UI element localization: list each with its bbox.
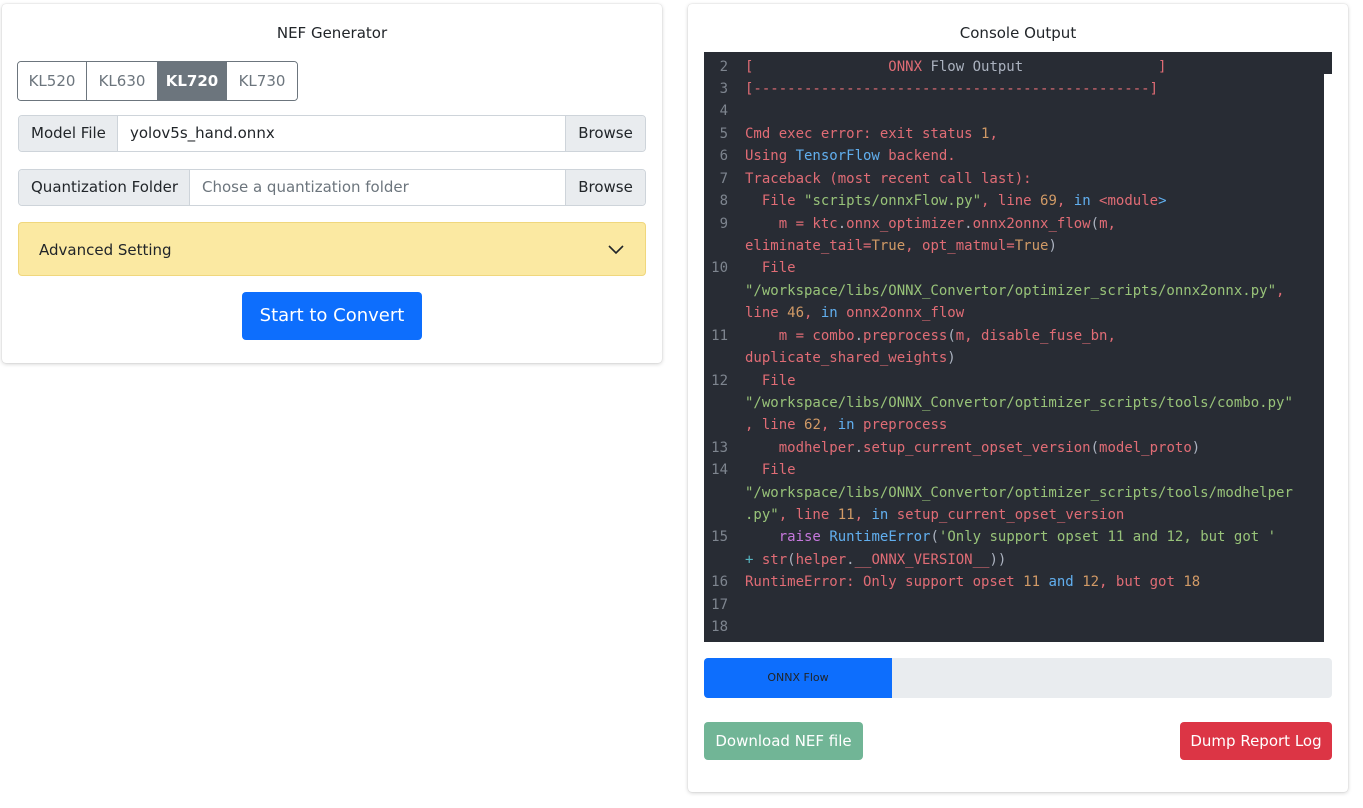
- console-line-wrap: , line 62, in preprocess: [704, 414, 1324, 436]
- onnx-flow-progress: ONNX Flow: [704, 658, 1332, 698]
- console-line: 12 File: [704, 370, 1324, 392]
- console-line: 16 RuntimeError: Only support opset 11 a…: [704, 571, 1324, 593]
- console-line: 18: [704, 616, 1324, 638]
- console-line: 9 m = ktc.onnx_optimizer.onnx2onnx_flow(…: [704, 213, 1324, 235]
- console-line-text: modhelper.setup_current_opset_version(mo…: [745, 440, 1201, 456]
- console-line: 15 raise RuntimeError('Only support opse…: [704, 526, 1324, 548]
- line-number: 11: [711, 328, 728, 344]
- console-line-text: File: [745, 373, 796, 389]
- console-line-text: Cmd exec error: exit status 1,: [745, 126, 998, 142]
- line-number: 5: [719, 126, 728, 142]
- console-line-text: line 46, in onnx2onnx_flow: [745, 305, 965, 321]
- console-line-text: File "scripts/onnxFlow.py", line 69, in …: [745, 193, 1167, 209]
- console-line: 5 Cmd exec error: exit status 1,: [704, 123, 1324, 145]
- chip-kl730[interactable]: KL730: [227, 62, 297, 100]
- console-line-text: RuntimeError: Only support opset 11 and …: [745, 574, 1201, 590]
- console-line-text: [---------------------------------------…: [745, 81, 1159, 97]
- console-line: 14 File: [704, 459, 1324, 481]
- chip-kl520[interactable]: KL520: [18, 62, 87, 100]
- console-line-text: File: [745, 260, 796, 276]
- nef-generator-title: NEF Generator: [276, 24, 388, 42]
- line-number: 10: [711, 260, 728, 276]
- console-line-text: .py", line 11, in setup_current_opset_ve…: [745, 507, 1125, 523]
- console-line-text: "/workspace/libs/ONNX_Convertor/optimize…: [745, 283, 1285, 299]
- console-line-wrap: .py", line 11, in setup_current_opset_ve…: [704, 504, 1324, 526]
- console-line-wrap: "/workspace/libs/ONNX_Convertor/optimize…: [704, 482, 1324, 504]
- console-line-wrap: duplicate_shared_weights): [704, 347, 1324, 369]
- download-nef-button[interactable]: Download NEF file: [704, 722, 863, 760]
- console-line: 6 Using TensorFlow backend.: [704, 145, 1324, 167]
- nef-generator-card: NEF Generator KL520 KL630 KL720 KL730 Mo…: [2, 4, 662, 363]
- progress-label: ONNX Flow: [767, 671, 829, 684]
- console-line-text: "/workspace/libs/ONNX_Convertor/optimize…: [745, 485, 1293, 501]
- line-number: 8: [719, 193, 728, 209]
- console-line: 11 m = combo.preprocess(m, disable_fuse_…: [704, 325, 1324, 347]
- quantization-folder-group: Quantization Folder Browse: [18, 169, 646, 206]
- console-line-wrap: eliminate_tail=True, opt_matmul=True): [704, 235, 1324, 257]
- line-number: 15: [711, 529, 728, 545]
- console-line-text: , line 62, in preprocess: [745, 417, 948, 433]
- advanced-setting-label: Advanced Setting: [39, 241, 172, 259]
- line-number: 17: [711, 597, 728, 613]
- console-scrollbar[interactable]: [1324, 74, 1332, 642]
- console-line-text: File: [745, 462, 796, 478]
- line-number: 6: [719, 148, 728, 164]
- dump-report-log-button[interactable]: Dump Report Log: [1180, 722, 1332, 760]
- console-output-title: Console Output: [959, 24, 1077, 42]
- console-line-text: raise RuntimeError('Only support opset 1…: [778, 529, 1277, 545]
- console-line-text: m = combo.preprocess(m, disable_fuse_bn,: [745, 328, 1116, 344]
- console-line-text: duplicate_shared_weights): [745, 350, 956, 366]
- model-file-browse-button[interactable]: Browse: [565, 116, 645, 151]
- device-chip-group: KL520 KL630 KL720 KL730: [17, 61, 298, 101]
- console-line-text: eliminate_tail=True, opt_matmul=True): [745, 238, 1057, 254]
- quantization-folder-browse-button[interactable]: Browse: [565, 170, 645, 205]
- line-number: 3: [719, 81, 728, 97]
- quantization-folder-label: Quantization Folder: [19, 170, 190, 205]
- console-line: 2 [ ONNX Flow Output ]: [704, 56, 1324, 78]
- console-line: 8 File "scripts/onnxFlow.py", line 69, i…: [704, 190, 1324, 212]
- console-line: 13 modhelper.setup_current_opset_version…: [704, 437, 1324, 459]
- console-line-text: Traceback (most recent call last):: [745, 171, 1032, 187]
- console-line-wrap: "/workspace/libs/ONNX_Convertor/optimize…: [704, 280, 1324, 302]
- chevron-down-icon: [608, 245, 624, 255]
- console-line: 3 [-------------------------------------…: [704, 78, 1324, 100]
- line-number: 13: [711, 440, 728, 456]
- console-line-text: Using TensorFlow backend.: [745, 148, 956, 164]
- console-line: 7 Traceback (most recent call last):: [704, 168, 1324, 190]
- console-line-wrap: + str(helper.__ONNX_VERSION__)): [704, 549, 1324, 571]
- line-number: 12: [711, 373, 728, 389]
- console-line-wrap: line 46, in onnx2onnx_flow: [704, 302, 1324, 324]
- line-number: 9: [719, 216, 728, 232]
- console-line-text: m = ktc.onnx_optimizer.onnx2onnx_flow(m,: [745, 216, 1116, 232]
- console-line: 17: [704, 594, 1324, 616]
- console-output[interactable]: 2 [ ONNX Flow Output ] 3 [--------------…: [704, 52, 1332, 642]
- model-file-input[interactable]: [118, 116, 565, 151]
- console-line-text: + str(helper.__ONNX_VERSION__)): [745, 552, 1007, 568]
- chip-kl720[interactable]: KL720: [158, 62, 227, 100]
- line-number: 4: [719, 103, 728, 119]
- console-line: 10 File: [704, 257, 1324, 279]
- quantization-folder-input[interactable]: [190, 170, 565, 205]
- line-number: 18: [711, 619, 728, 635]
- model-file-label: Model File: [19, 116, 118, 151]
- advanced-setting-accordion[interactable]: Advanced Setting: [18, 222, 646, 276]
- start-convert-button[interactable]: Start to Convert: [242, 292, 422, 340]
- line-number: 14: [711, 462, 728, 478]
- line-number: 2: [719, 59, 728, 75]
- console-line-text: "/workspace/libs/ONNX_Convertor/optimize…: [745, 395, 1293, 411]
- model-file-group: Model File Browse: [18, 115, 646, 152]
- console-line-wrap: "/workspace/libs/ONNX_Convertor/optimize…: [704, 392, 1324, 414]
- line-number: 7: [719, 171, 728, 187]
- line-number: 16: [711, 574, 728, 590]
- console-line: 4: [704, 100, 1324, 122]
- console-line-text: [ ONNX Flow Output ]: [745, 59, 1167, 75]
- console-output-card: Console Output 2 [ ONNX Flow Output ] 3 …: [688, 4, 1348, 792]
- chip-kl630[interactable]: KL630: [87, 62, 158, 100]
